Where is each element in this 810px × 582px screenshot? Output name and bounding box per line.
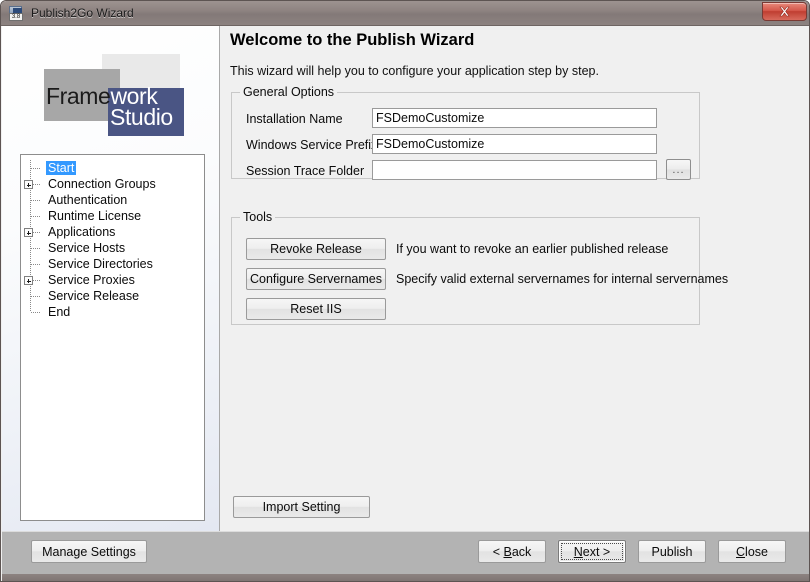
window-bottom-strip: [2, 574, 809, 581]
import-setting-button[interactable]: Import Setting: [233, 496, 370, 518]
windows-service-prefix-label: Windows Service Prefix: [246, 138, 378, 152]
tree-item-runtime-license[interactable]: Runtime License: [21, 208, 204, 224]
tree-line-horizontal: [31, 312, 41, 313]
tree-item-indent: [21, 256, 46, 272]
tree-item-indent: [21, 288, 46, 304]
tree-item-indent: [21, 272, 46, 288]
tools-group: Tools Revoke Release If you want to revo…: [231, 210, 728, 325]
general-options-legend: General Options: [240, 85, 338, 99]
tree-item-indent: [21, 176, 46, 192]
tree-expander-plus-icon[interactable]: [24, 228, 33, 237]
wizard-step-tree[interactable]: Start Connection Groups Authentication Runt…: [20, 154, 205, 521]
tree-expander-plus-icon[interactable]: [24, 180, 33, 189]
close-button[interactable]: Close: [718, 540, 786, 563]
next-button[interactable]: Next >: [558, 540, 626, 563]
close-window-button[interactable]: [762, 2, 807, 21]
tree-line-horizontal: [31, 264, 41, 265]
tree-item-authentication[interactable]: Authentication: [21, 192, 204, 208]
tree-item-label: Applications: [48, 225, 116, 239]
close-icon: [779, 6, 790, 17]
session-trace-folder-label: Session Trace Folder: [246, 164, 365, 178]
tree-item-service-proxies[interactable]: Service Proxies: [21, 272, 204, 288]
revoke-release-button[interactable]: Revoke Release: [246, 238, 386, 260]
tree-item-indent: [21, 224, 46, 240]
tree-expander-plus-icon[interactable]: [24, 276, 33, 285]
tree-item-label: Service Hosts: [48, 241, 126, 255]
tree-line-horizontal: [31, 168, 41, 169]
publish-wizard-window: 3.8 Publish2Go Wizard Framework Studio S…: [0, 0, 810, 582]
app-icon-version-badge: 3.8: [9, 13, 23, 21]
framework-studio-logo: Framework Studio: [32, 46, 192, 146]
next-button-label: Next >: [574, 545, 610, 559]
tree-item-service-hosts[interactable]: Service Hosts: [21, 240, 204, 256]
tree-item-label: End: [48, 305, 71, 319]
app-icon: 3.8: [8, 5, 24, 21]
tools-legend: Tools: [240, 210, 276, 224]
window-title: Publish2Go Wizard: [31, 6, 134, 20]
tree-item-indent: [21, 304, 46, 320]
tree-item-label: Start: [46, 161, 77, 175]
tree-item-label: Service Proxies: [48, 273, 135, 287]
close-button-accel: C: [736, 544, 746, 559]
window-controls: [762, 2, 807, 21]
tree-line-horizontal: [31, 200, 41, 201]
tree-item-connection-groups[interactable]: Connection Groups: [21, 176, 204, 192]
tree-item-label: Service Release: [48, 289, 140, 303]
window-titlebar: 3.8 Publish2Go Wizard: [1, 1, 809, 26]
manage-settings-button[interactable]: Manage Settings: [31, 540, 147, 563]
tree-item-label: Authentication: [48, 193, 128, 207]
tree-line-horizontal: [31, 216, 41, 217]
tree-item-indent: [21, 240, 46, 256]
configure-servernames-description: Specify valid external servernames for i…: [396, 272, 729, 286]
logo-text-studio: Studio: [110, 104, 173, 130]
tree-item-service-directories[interactable]: Service Directories: [21, 256, 204, 272]
tree-item-label: Runtime License: [48, 209, 142, 223]
publish-button[interactable]: Publish: [638, 540, 706, 563]
page-subtitle: This wizard will help you to configure y…: [230, 64, 599, 78]
tree-item-service-release[interactable]: Service Release: [21, 288, 204, 304]
close-button-label: Close: [736, 545, 768, 559]
tree-item-end[interactable]: End: [21, 304, 204, 320]
tree-item-indent: [21, 208, 46, 224]
general-options-group: General Options Installation Name Window…: [231, 85, 700, 180]
revoke-release-description: If you want to revoke an earlier publish…: [396, 242, 669, 256]
windows-service-prefix-input[interactable]: [372, 134, 657, 154]
tree-line-vertical: [30, 304, 31, 312]
installation-name-label: Installation Name: [246, 112, 343, 126]
configure-servernames-button[interactable]: Configure Servernames: [246, 268, 386, 290]
tree-item-start[interactable]: Start: [21, 160, 204, 176]
back-button-label: < Back: [493, 545, 532, 559]
tree-item-indent: [21, 160, 46, 176]
back-button-suffix: ack: [511, 544, 532, 559]
tree-line-horizontal: [31, 248, 41, 249]
page-title: Welcome to the Publish Wizard: [230, 31, 475, 49]
tree-item-indent: [21, 192, 46, 208]
left-navigation-panel: Framework Studio Start Connection Groups A…: [2, 26, 220, 531]
installation-name-input[interactable]: [372, 108, 657, 128]
tree-item-applications[interactable]: Applications: [21, 224, 204, 240]
browse-session-trace-folder-button[interactable]: ...: [666, 159, 691, 180]
close-button-suffix: lose: [745, 544, 768, 559]
reset-iis-button[interactable]: Reset IIS: [246, 298, 386, 320]
tree-item-label: Service Directories: [48, 257, 153, 271]
tree-line-horizontal: [31, 296, 41, 297]
tree-item-label: Connection Groups: [48, 177, 156, 191]
next-button-suffix: ext >: [582, 544, 611, 559]
logo-text-frame: Frame: [46, 83, 111, 109]
next-button-accel: N: [573, 544, 583, 559]
session-trace-folder-input[interactable]: [372, 160, 657, 180]
back-button-accel: B: [503, 544, 512, 559]
back-button[interactable]: < Back: [478, 540, 546, 563]
wizard-footer: Manage Settings < Back Next > Publish Cl…: [2, 531, 809, 581]
back-button-prefix: <: [492, 544, 504, 559]
wizard-content-pane: Welcome to the Publish Wizard This wizar…: [221, 26, 809, 531]
